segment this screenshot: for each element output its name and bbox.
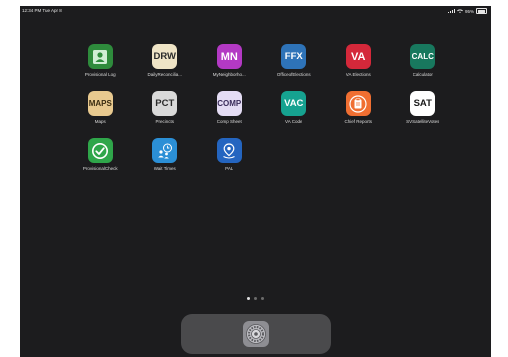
app-label: Maps (94, 119, 106, 124)
app-icon-text: VAC (284, 98, 304, 109)
app-label: Provisional Log (84, 72, 116, 77)
home-screen-app-grid: Provisional Log DRW DailyReconcilia... MN My… (68, 44, 455, 185)
dock (181, 314, 331, 354)
battery-icon (476, 8, 487, 14)
app-label: PAL (225, 166, 234, 171)
app-chief-reports[interactable]: Chief Reports (326, 91, 391, 138)
app-officeofelections[interactable]: FFX OfficeofElections (262, 44, 327, 91)
status-right: 95% (447, 8, 487, 14)
app-label: MyNeighborho... (212, 72, 246, 77)
app-icon[interactable]: VA (345, 44, 371, 69)
status-time: 12:34 PM Tue Apr 8 (22, 8, 62, 13)
status-bar: 12:34 PM Tue Apr 8 95% (20, 6, 491, 16)
app-label: VA Code (285, 119, 303, 124)
app-label: VA Elections (345, 72, 371, 77)
settings-gear-icon (246, 324, 266, 344)
app-label: Wait Times (153, 166, 176, 171)
app-label: Comp Sheet (216, 119, 242, 124)
app-icon-text: SAT (413, 98, 432, 109)
app-dailyreconcilia[interactable]: DRW DailyReconcilia... (133, 44, 198, 91)
app-label: DailyReconcilia... (147, 72, 182, 77)
app-icon-text: CALC (411, 52, 434, 61)
clipboard-icon[interactable] (345, 91, 371, 116)
app-icon[interactable]: MN (216, 44, 242, 69)
battery-percent: 95% (464, 8, 474, 14)
page-indicator[interactable] (20, 297, 491, 300)
app-icon[interactable]: COMP (216, 91, 242, 116)
app-icon[interactable]: DRW (152, 44, 178, 69)
app-va-elections[interactable]: VA VA Elections (326, 44, 391, 91)
app-icon[interactable]: MAPS (87, 91, 113, 116)
app-icon[interactable]: FFX (281, 44, 307, 69)
page-dot[interactable] (261, 297, 264, 300)
app-precincts[interactable]: PCT Precincts (133, 91, 198, 138)
wifi-icon (456, 9, 463, 13)
app-myneighborho[interactable]: MN MyNeighborho... (197, 44, 262, 91)
dock-app-settings[interactable] (243, 321, 269, 347)
app-label: Precincts (155, 119, 174, 124)
app-icon-text: FFX (284, 51, 303, 62)
page-dot[interactable] (247, 297, 250, 300)
app-icon[interactable]: VAC (281, 91, 307, 116)
app-wait-times[interactable]: Wait Times (133, 138, 198, 185)
app-va-code[interactable]: VAC VA Code (262, 91, 327, 138)
app-icon[interactable]: PCT (152, 91, 178, 116)
app-comp-sheet[interactable]: COMP Comp Sheet (197, 91, 262, 138)
app-icon[interactable]: SAT (410, 91, 436, 116)
app-icon-text: DRW (153, 51, 177, 62)
app-icon-text: VA (351, 50, 366, 63)
app-provisionalcheck[interactable]: ProvisionalCheck (68, 138, 133, 185)
signal-icon (447, 9, 455, 13)
ipad-screen: 12:34 PM Tue Apr 8 95% Provisional Log DR… (20, 6, 491, 357)
contact-card-icon[interactable] (87, 44, 113, 69)
app-pal[interactable]: PAL (197, 138, 262, 185)
app-label: ProvisionalCheck (82, 166, 118, 171)
app-icon[interactable]: CALC (410, 44, 436, 69)
app-label: Calculator (412, 72, 433, 77)
app-svsatellitevotes[interactable]: SAT SVSatelliteVotes (391, 91, 456, 138)
people-clock-icon[interactable] (152, 138, 178, 163)
app-calculator[interactable]: CALC Calculator (391, 44, 456, 91)
location-pin-icon[interactable] (216, 138, 242, 163)
app-maps[interactable]: MAPS Maps (68, 91, 133, 138)
app-label: Chief Reports (344, 119, 372, 124)
app-provisional-log[interactable]: Provisional Log (68, 44, 133, 91)
app-icon-text: MN (220, 50, 238, 63)
app-label: SVSatelliteVotes (406, 119, 440, 124)
app-icon-text: MAPS (88, 99, 112, 108)
app-icon-text: PCT (155, 98, 175, 109)
app-icon-text: COMP (217, 99, 242, 108)
checkmark-icon[interactable] (87, 138, 113, 163)
app-label: OfficeofElections (276, 72, 311, 77)
page-dot[interactable] (254, 297, 257, 300)
